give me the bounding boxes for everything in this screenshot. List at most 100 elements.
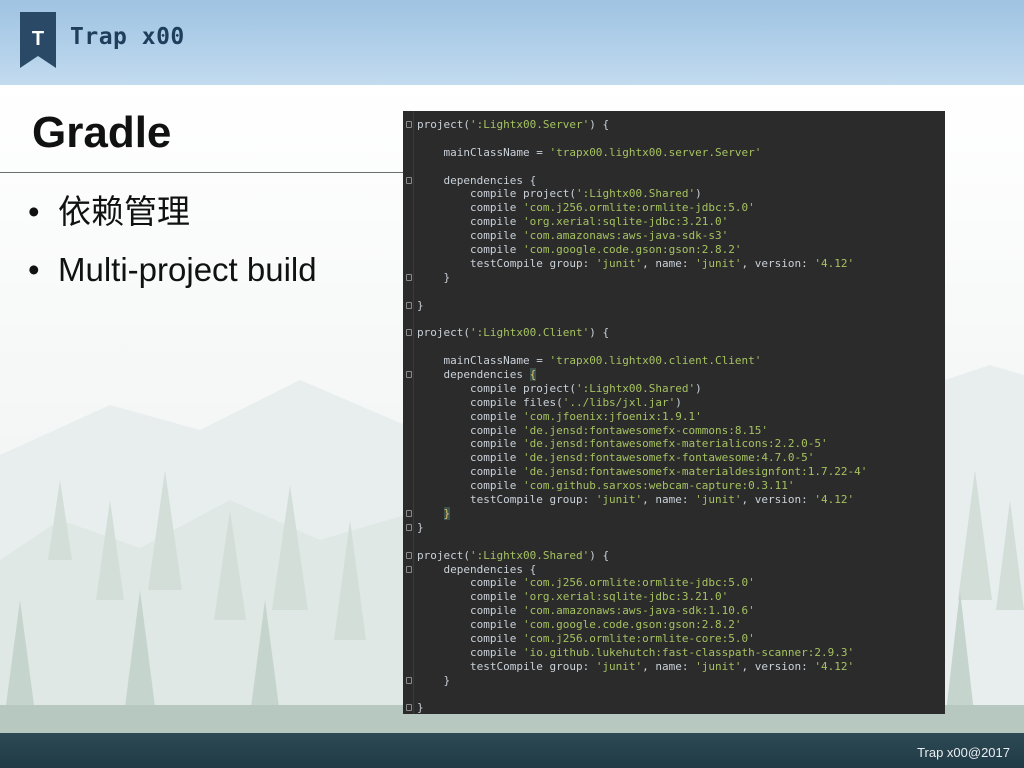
code-line: compile 'io.github.lukehutch:fast-classp… — [403, 646, 945, 660]
code-string: 'junit' — [595, 256, 643, 270]
code-string: '4.12' — [814, 493, 855, 507]
code-string: 'com.google.code.gson:gson:2.8.2' — [522, 243, 742, 257]
code-string: 'com.amazonaws:aws-java-sdk-s3' — [522, 229, 729, 243]
code-line: dependencies { — [403, 368, 945, 382]
code-token: compile — [417, 437, 523, 451]
code-token: } — [443, 506, 451, 520]
code-line: } — [403, 299, 945, 313]
code-line: compile 'org.xerial:sqlite-jdbc:3.21.0' — [403, 215, 945, 229]
code-token: testCompile group: — [417, 493, 596, 507]
code-line: project(':Lightx00.Shared') { — [403, 549, 945, 563]
code-line-text: dependencies { — [417, 368, 537, 382]
code-token: ) { — [589, 548, 610, 562]
code-token: dependencies — [417, 368, 530, 382]
code-lines: project(':Lightx00.Server') { mainClassN… — [403, 118, 945, 714]
logo-letter: T — [32, 28, 44, 50]
slide-title: Gradle — [32, 108, 172, 157]
code-line: compile project(':Lightx00.Shared') — [403, 382, 945, 396]
code-line: compile 'de.jensd:fontawesomefx-material… — [403, 437, 945, 451]
code-line: compile 'org.xerial:sqlite-jdbc:3.21.0' — [403, 590, 945, 604]
code-string: '../libs/jxl.jar' — [562, 395, 676, 409]
code-line: testCompile group: 'junit', name: 'junit… — [403, 257, 945, 271]
code-string: 'com.github.sarxos:webcam-capture:0.3.11… — [522, 479, 795, 493]
code-line-text: } — [417, 271, 450, 285]
code-line-text: compile 'de.jensd:fontawesomefx-commons:… — [417, 424, 768, 438]
code-line-text: } — [417, 701, 424, 714]
code-line: compile project(':Lightx00.Shared') — [403, 187, 945, 201]
code-line: compile 'com.github.sarxos:webcam-captur… — [403, 479, 945, 493]
code-line: } — [403, 271, 945, 285]
bullet-item: • 依赖管理 — [28, 192, 317, 232]
code-line: project(':Lightx00.Client') { — [403, 326, 945, 340]
fold-marker-icon — [406, 523, 412, 531]
code-line-text: compile 'com.j256.ormlite:ormlite-jdbc:5… — [417, 201, 755, 215]
code-string: 'trapx00.lightx00.server.Server' — [549, 145, 762, 159]
bullet-text: Multi-project build — [58, 251, 317, 288]
code-token: compile project( — [417, 187, 576, 201]
code-string: 'de.jensd:fontawesomefx-commons:8.15' — [522, 423, 769, 437]
code-line-text: compile 'com.jfoenix:jfoenix:1.9.1' — [417, 410, 702, 424]
code-line-text: compile project(':Lightx00.Shared') — [417, 382, 702, 396]
bullet-text: 依赖管理 — [58, 193, 190, 230]
code-line-text: compile 'com.google.code.gson:gson:2.8.2… — [417, 243, 742, 257]
code-token: dependencies { — [417, 562, 537, 576]
code-token: ) — [695, 187, 702, 201]
code-line: compile 'com.amazonaws:aws-java-sdk-s3' — [403, 229, 945, 243]
code-line-text: compile 'de.jensd:fontawesomefx-material… — [417, 465, 867, 479]
code-line-text: } — [417, 506, 451, 521]
code-token: , version: — [741, 659, 815, 673]
fold-marker-icon — [406, 176, 412, 184]
code-token: compile — [417, 409, 523, 423]
title-underline — [0, 172, 410, 173]
code-line-text: testCompile group: 'junit', name: 'junit… — [417, 660, 854, 674]
fold-marker-icon — [406, 121, 412, 128]
code-line: mainClassName = 'trapx00.lightx00.client… — [403, 354, 945, 368]
code-line: compile 'de.jensd:fontawesomefx-commons:… — [403, 424, 945, 438]
code-string: ':Lightx00.Shared' — [575, 187, 696, 201]
code-token: , version: — [741, 493, 815, 507]
code-string: 'com.j256.ormlite:ormlite-core:5.0' — [522, 631, 755, 645]
logo-bookmark-icon: T — [20, 12, 56, 68]
code-string: 'junit' — [595, 659, 643, 673]
code-string: 'com.j256.ormlite:ormlite-jdbc:5.0' — [522, 576, 755, 590]
code-token: ) { — [589, 326, 610, 340]
code-token: compile — [417, 479, 523, 493]
code-line-text: } — [417, 674, 450, 688]
fold-marker-icon — [406, 329, 412, 337]
footer-copyright: Trap x00@2017 — [917, 745, 1010, 760]
code-line-text: compile 'com.j256.ormlite:ormlite-jdbc:5… — [417, 576, 755, 590]
code-token: compile — [417, 576, 523, 590]
code-line: testCompile group: 'junit', name: 'junit… — [403, 660, 945, 674]
code-string: 'de.jensd:fontawesomefx-materialdesignfo… — [522, 465, 868, 479]
code-token: mainClassName = — [417, 145, 550, 159]
code-line: compile 'com.amazonaws:aws-java-sdk:1.10… — [403, 604, 945, 618]
code-line: mainClassName = 'trapx00.lightx00.server… — [403, 146, 945, 160]
code-token: , name: — [642, 256, 696, 270]
code-line-text: project(':Lightx00.Client') { — [417, 326, 609, 340]
code-token: ) { — [589, 118, 610, 131]
code-line-text: compile files('../libs/jxl.jar') — [417, 396, 682, 410]
code-token: compile — [417, 201, 523, 215]
code-token: compile — [417, 229, 523, 243]
code-panel: project(':Lightx00.Server') { mainClassN… — [403, 111, 945, 714]
code-token: compile — [417, 618, 523, 632]
code-token: ) — [675, 395, 682, 409]
bullet-item: • Multi-project build — [28, 250, 317, 290]
code-line: compile 'com.j256.ormlite:ormlite-core:5… — [403, 632, 945, 646]
code-token: compile — [417, 631, 523, 645]
code-line-text: compile 'com.amazonaws:aws-java-sdk:1.10… — [417, 604, 755, 618]
code-token: , name: — [642, 493, 696, 507]
code-line: compile 'com.j256.ormlite:ormlite-jdbc:5… — [403, 201, 945, 215]
code-string: 'io.github.lukehutch:fast-classpath-scan… — [522, 645, 855, 659]
brand-name: Trap x00 — [70, 24, 185, 50]
code-token: compile — [417, 465, 523, 479]
code-line: } — [403, 506, 945, 521]
code-token: compile — [417, 243, 523, 257]
code-string: 'de.jensd:fontawesomefx-fontawesome:4.7.… — [522, 451, 815, 465]
code-token: compile — [417, 604, 523, 618]
code-line-text: compile 'de.jensd:fontawesomefx-fontawes… — [417, 451, 814, 465]
